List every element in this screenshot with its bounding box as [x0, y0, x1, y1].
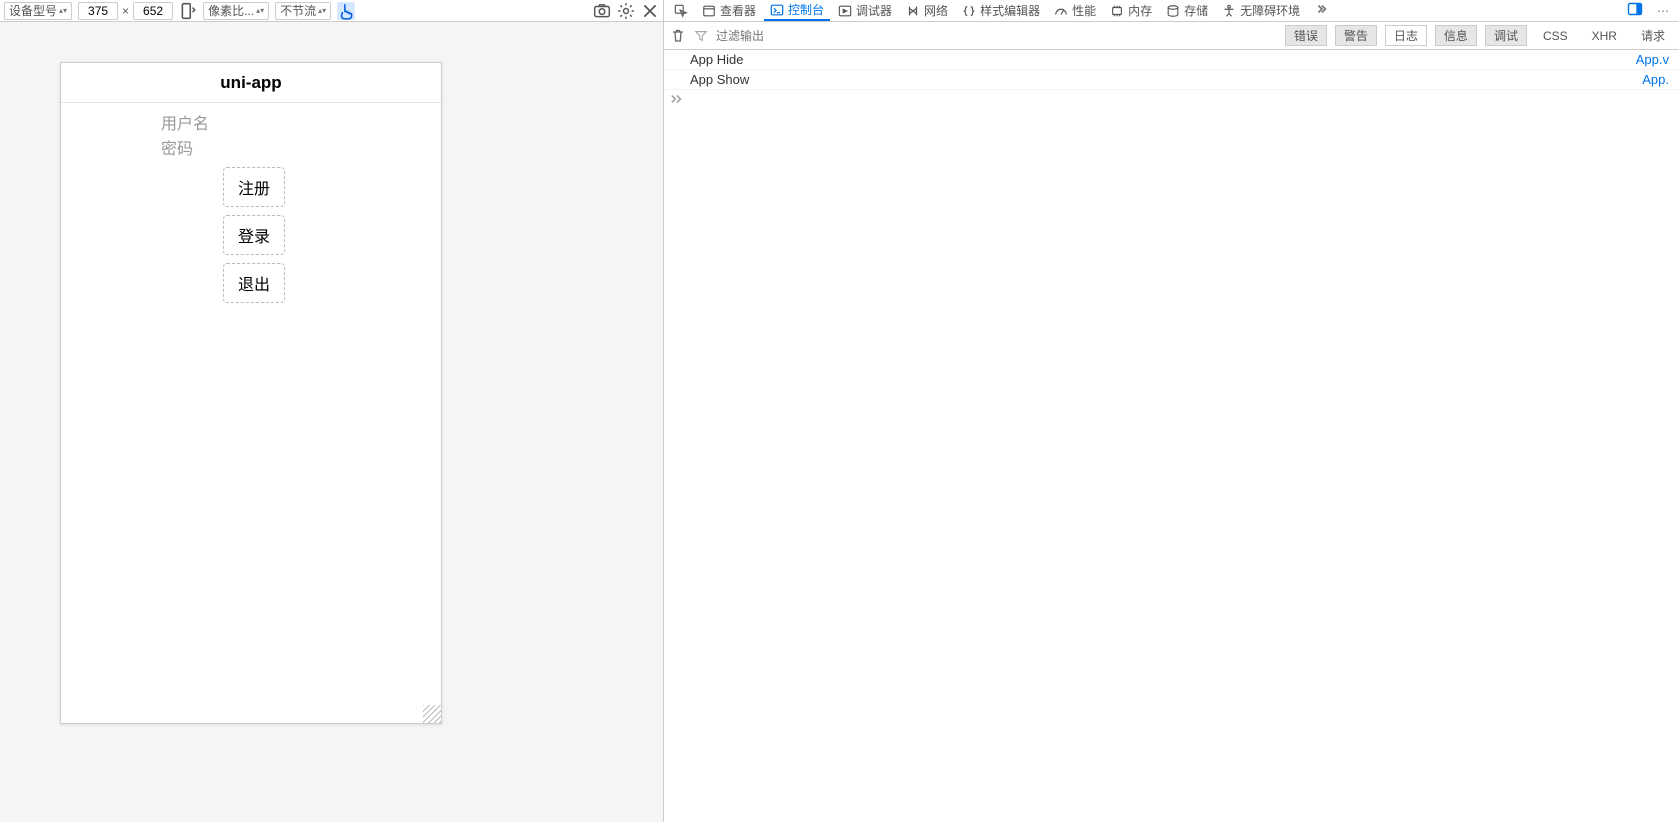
level-info[interactable]: 信息 [1435, 25, 1477, 46]
filter-requests[interactable]: 请求 [1633, 26, 1673, 45]
select-arrows-icon: ▴▾ [318, 6, 326, 15]
viewport-height-input[interactable] [133, 2, 173, 20]
console-output: App Hide App.v App Show App. [664, 50, 1679, 822]
level-log[interactable]: 日志 [1385, 25, 1427, 46]
rotate-icon[interactable] [179, 2, 197, 20]
register-button[interactable]: 注册 [223, 167, 285, 207]
logout-button[interactable]: 退出 [223, 263, 285, 303]
close-icon[interactable] [641, 2, 659, 20]
tab-debugger[interactable]: 调试器 [832, 0, 898, 21]
tab-accessibility[interactable]: 无障碍环境 [1216, 0, 1306, 21]
console-log-row: App Show App. [664, 70, 1679, 90]
username-input-placeholder[interactable]: 用户名 [161, 110, 441, 134]
element-picker-icon[interactable] [668, 0, 694, 21]
tab-memory[interactable]: 内存 [1104, 0, 1158, 21]
filter-output-input[interactable] [716, 29, 1036, 43]
viewport-dimensions: × [78, 2, 173, 20]
filter-css[interactable]: CSS [1535, 28, 1576, 44]
level-debug[interactable]: 调试 [1485, 25, 1527, 46]
responsive-design-toolbar: 设备型号▴▾ × 像素比...▴▾ 不节流▴▾ [0, 0, 663, 22]
log-source-link[interactable]: App.v [1636, 52, 1669, 67]
touch-simulation-icon[interactable] [337, 2, 355, 20]
level-error[interactable]: 错误 [1285, 25, 1327, 46]
resize-grip-icon[interactable] [423, 705, 441, 723]
filter-icon [694, 29, 708, 43]
dpr-select[interactable]: 像素比...▴▾ [203, 2, 269, 20]
settings-icon[interactable] [617, 2, 635, 20]
tab-performance[interactable]: 性能 [1048, 0, 1102, 21]
login-button[interactable]: 登录 [223, 215, 285, 255]
dimension-multiply: × [122, 4, 129, 18]
log-message: App Show [690, 72, 1642, 87]
password-input-placeholder[interactable]: 密码 [161, 135, 441, 159]
more-tabs-icon[interactable] [1308, 2, 1334, 19]
screenshot-icon[interactable] [593, 2, 611, 20]
select-arrows-icon: ▴▾ [59, 6, 67, 15]
app-title: uni-app [61, 63, 441, 103]
device-simulator-viewport: uni-app 用户名 密码 注册 登录 退出 [60, 62, 442, 724]
console-filter-bar: 错误 警告 日志 信息 调试 CSS XHR 请求 [664, 22, 1679, 50]
tab-console[interactable]: 控制台 [764, 0, 830, 21]
tab-style-editor[interactable]: 样式编辑器 [956, 0, 1046, 21]
filter-xhr[interactable]: XHR [1584, 28, 1625, 44]
log-message: App Hide [690, 52, 1636, 67]
level-warn[interactable]: 警告 [1335, 25, 1377, 46]
devtools-tab-bar: 查看器 控制台 调试器 网络 样式编辑器 性能 内存 存储 [664, 0, 1679, 22]
viewport-width-input[interactable] [78, 2, 118, 20]
select-arrows-icon: ▴▾ [256, 6, 264, 15]
tab-storage[interactable]: 存储 [1160, 0, 1214, 21]
tab-inspector[interactable]: 查看器 [696, 0, 762, 21]
clear-console-icon[interactable] [670, 28, 686, 44]
tab-network[interactable]: 网络 [900, 0, 954, 21]
log-source-link[interactable]: App. [1642, 72, 1669, 87]
console-log-row: App Hide App.v [664, 50, 1679, 70]
device-model-select[interactable]: 设备型号▴▾ [4, 2, 72, 20]
devtools-menu-icon[interactable]: ⋯ [1651, 4, 1675, 18]
throttle-select[interactable]: 不节流▴▾ [275, 2, 331, 20]
dock-side-icon[interactable] [1621, 1, 1649, 20]
console-prompt[interactable] [664, 90, 1679, 109]
